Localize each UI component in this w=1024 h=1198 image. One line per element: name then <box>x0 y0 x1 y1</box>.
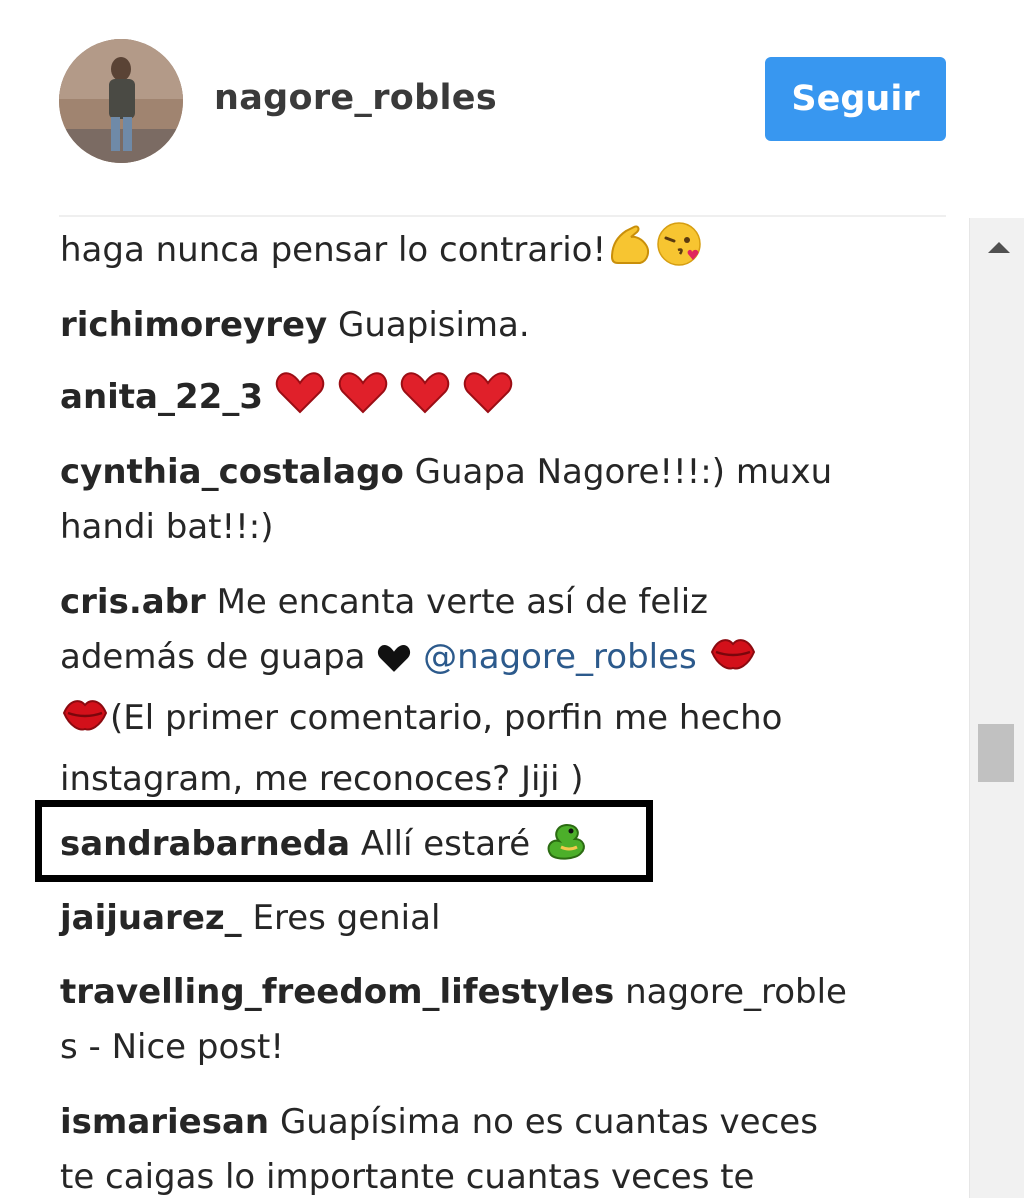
comment-text: haga nunca pensar lo contrario! <box>60 230 607 270</box>
comment-text: handi bat!!:) <box>60 507 274 547</box>
black-heart-emoji-icon <box>376 636 412 691</box>
highlight-annotation-box <box>35 800 653 882</box>
flexed-biceps-emoji-icon <box>606 223 654 284</box>
comment-text: s - Nice post! <box>60 1027 284 1067</box>
follow-button[interactable]: Seguir <box>765 57 946 141</box>
comment-item: anita_22_3 <box>60 370 900 431</box>
scroll-up-arrow-icon[interactable] <box>988 242 1010 253</box>
comment-text: instagram, me reconoces? Jiji ) <box>60 759 584 799</box>
red-heart-emoji-icon <box>399 370 451 431</box>
comment-text: Guapisima. <box>338 305 530 345</box>
comment-username[interactable]: travelling_freedom_lifestyles <box>60 972 614 1012</box>
comment-text: Me encanta verte así de feliz <box>216 582 708 622</box>
comment-item: travelling_freedom_lifestyles nagore_rob… <box>60 965 900 1075</box>
kiss-mark-emoji-icon <box>708 632 758 691</box>
comment-item: richimoreyrey Guapisima. <box>60 298 900 353</box>
comment-text: Guapísima no es cuantas veces <box>279 1102 818 1142</box>
profile-username[interactable]: nagore_robles <box>214 78 497 118</box>
comment-username[interactable]: richimoreyrey <box>60 305 327 345</box>
comments-list[interactable]: haga nunca pensar lo contrario! richimor… <box>0 218 968 1198</box>
comment-username[interactable]: cris.abr <box>60 582 206 622</box>
face-blowing-kiss-emoji-icon <box>654 221 704 284</box>
red-heart-emoji-icon <box>337 370 389 431</box>
header-divider <box>59 215 946 217</box>
comment-username[interactable]: ismariesan <box>60 1102 269 1142</box>
mention-link[interactable]: @nagore_robles <box>423 637 697 677</box>
scroll-thumb[interactable] <box>978 724 1014 782</box>
red-heart-emoji-icon <box>274 370 326 431</box>
red-heart-emoji-icon <box>462 370 514 431</box>
comment-item: haga nunca pensar lo contrario! <box>60 221 900 284</box>
comments-scrollbar[interactable] <box>969 218 1024 1198</box>
comment-username[interactable]: cynthia_costalago <box>60 452 404 492</box>
post-header: nagore_robles Seguir <box>0 0 1024 218</box>
comment-text: te caigas lo importante cuantas veces te <box>60 1157 755 1197</box>
comment-username[interactable]: anita_22_3 <box>60 377 263 417</box>
comment-text: nagore_roble <box>625 972 847 1012</box>
comment-item: jaijuarez_ Eres genial <box>60 891 900 946</box>
comment-text: además de guapa <box>60 637 366 677</box>
comment-item: cynthia_costalago Guapa Nagore!!!:) muxu… <box>60 445 900 555</box>
comment-username[interactable]: jaijuarez_ <box>60 898 242 938</box>
comment-item: ismariesan Guapísima no es cuantas veces… <box>60 1095 900 1198</box>
comment-text: (El primer comentario, porfin me hecho <box>110 698 783 738</box>
avatar[interactable] <box>59 39 183 163</box>
comment-text: Guapa Nagore!!!:) muxu <box>414 452 833 492</box>
comment-text: Eres genial <box>252 898 441 938</box>
comment-item: cris.abr Me encanta verte así de feliz a… <box>60 575 900 807</box>
kiss-mark-emoji-icon <box>60 693 110 752</box>
